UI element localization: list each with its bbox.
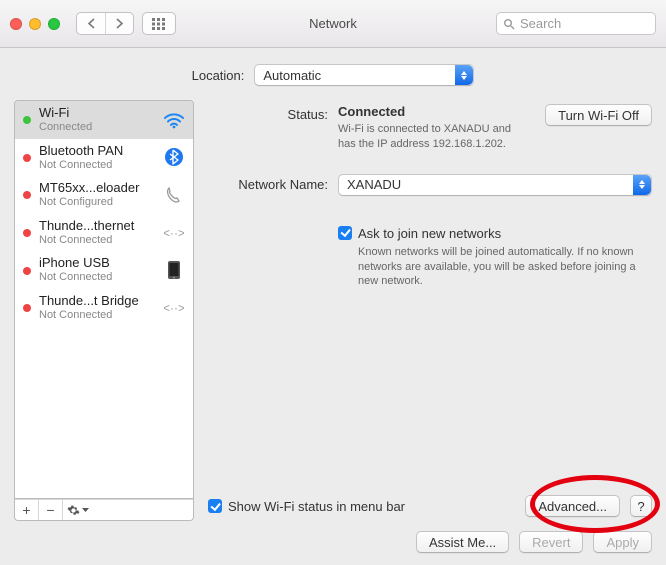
help-button[interactable]: ? xyxy=(630,495,652,517)
chevron-up-down-icon xyxy=(455,65,473,85)
service-list: Wi-Fi Connected Bluetooth PAN Not Connec… xyxy=(14,100,194,499)
ask-join-subtext: Known networks will be joined automatica… xyxy=(358,245,652,290)
svg-text:<··>: <··> xyxy=(164,226,184,240)
main-split: Wi-Fi Connected Bluetooth PAN Not Connec… xyxy=(14,100,652,521)
sidebar: Wi-Fi Connected Bluetooth PAN Not Connec… xyxy=(14,100,194,521)
ask-join-row: Ask to join new networks Known networks … xyxy=(208,222,652,294)
sidebar-item-thunderbolt-ethernet[interactable]: Thunde...thernet Not Connected <··> xyxy=(15,214,193,252)
status-dot-icon xyxy=(23,304,31,312)
sidebar-item-status: Not Connected xyxy=(39,234,155,247)
status-subtext: Wi-Fi is connected to XANADU and has the… xyxy=(338,122,531,152)
sidebar-item-status: Not Configured xyxy=(39,196,155,209)
sidebar-item-label: Thunde...thernet xyxy=(39,219,155,234)
assist-me-button[interactable]: Assist Me... xyxy=(416,531,509,553)
remove-service-button[interactable]: − xyxy=(39,500,63,520)
back-button[interactable] xyxy=(77,13,105,34)
search-icon xyxy=(503,18,515,30)
location-row: Location: Automatic xyxy=(14,58,652,100)
network-name-select[interactable]: XANADU xyxy=(338,174,652,196)
iphone-icon xyxy=(163,259,185,281)
sidebar-item-label: Bluetooth PAN xyxy=(39,144,155,159)
footer-buttons: Assist Me... Revert Apply xyxy=(14,521,652,553)
ask-join-label: Ask to join new networks xyxy=(358,226,501,241)
gear-icon xyxy=(67,504,80,517)
network-name-row: Network Name: XANADU xyxy=(208,170,652,200)
sidebar-item-thunderbolt-bridge[interactable]: Thunde...t Bridge Not Connected <··> xyxy=(15,289,193,327)
phone-handset-icon xyxy=(163,184,185,206)
sidebar-item-mt65xx[interactable]: MT65xx...eloader Not Configured xyxy=(15,176,193,214)
location-label: Location: xyxy=(192,68,245,83)
menubar-row: Show Wi-Fi status in menu bar Advanced..… xyxy=(208,489,652,521)
window-controls xyxy=(10,18,60,30)
network-name-value: XANADU xyxy=(347,177,401,192)
chevron-down-icon xyxy=(82,508,89,513)
status-dot-icon xyxy=(23,267,31,275)
show-menubar-label: Show Wi-Fi status in menu bar xyxy=(228,499,405,514)
zoom-window-button[interactable] xyxy=(48,18,60,30)
sidebar-item-wifi[interactable]: Wi-Fi Connected xyxy=(15,101,193,139)
thunderbolt-icon: <··> xyxy=(163,297,185,319)
turn-wifi-off-button[interactable]: Turn Wi-Fi Off xyxy=(545,104,652,126)
sidebar-toolbar: + − xyxy=(14,499,194,521)
status-value: Connected xyxy=(338,104,531,119)
sidebar-item-status: Not Connected xyxy=(39,309,155,322)
checkbox-checked-icon xyxy=(208,499,222,513)
nav-back-forward xyxy=(76,12,134,35)
bluetooth-icon xyxy=(163,146,185,168)
detail-pane: Status: Connected Wi-Fi is connected to … xyxy=(208,100,652,521)
sidebar-item-label: MT65xx...eloader xyxy=(39,181,155,196)
sidebar-item-label: iPhone USB xyxy=(39,256,155,271)
sidebar-item-label: Thunde...t Bridge xyxy=(39,294,155,309)
status-dot-icon xyxy=(23,116,31,124)
ethernet-icon: <··> xyxy=(163,222,185,244)
sidebar-item-bluetooth-pan[interactable]: Bluetooth PAN Not Connected xyxy=(15,139,193,177)
content-area: Location: Automatic Wi-Fi Connected xyxy=(0,48,666,565)
status-label: Status: xyxy=(208,104,338,122)
sidebar-item-iphone-usb[interactable]: iPhone USB Not Connected xyxy=(15,251,193,289)
sidebar-item-status: Not Connected xyxy=(39,159,155,172)
titlebar: Network Search xyxy=(0,0,666,48)
sidebar-item-label: Wi-Fi xyxy=(39,106,155,121)
search-placeholder: Search xyxy=(520,16,561,31)
show-all-button[interactable] xyxy=(142,12,176,35)
sidebar-item-status: Connected xyxy=(39,121,155,134)
wifi-icon xyxy=(163,109,185,131)
service-actions-menu[interactable] xyxy=(63,500,193,520)
svg-text:<··>: <··> xyxy=(164,301,184,315)
add-service-button[interactable]: + xyxy=(15,500,39,520)
show-menubar-checkbox[interactable]: Show Wi-Fi status in menu bar xyxy=(208,499,405,514)
status-dot-icon xyxy=(23,191,31,199)
revert-button[interactable]: Revert xyxy=(519,531,583,553)
status-row: Status: Connected Wi-Fi is connected to … xyxy=(208,100,652,156)
ask-join-checkbox[interactable]: Ask to join new networks xyxy=(338,226,652,241)
location-value: Automatic xyxy=(263,68,321,83)
close-window-button[interactable] xyxy=(10,18,22,30)
status-dot-icon xyxy=(23,229,31,237)
network-name-label: Network Name: xyxy=(208,174,338,192)
advanced-button[interactable]: Advanced... xyxy=(525,495,620,517)
location-select[interactable]: Automatic xyxy=(254,64,474,86)
chevron-up-down-icon xyxy=(633,175,651,195)
apply-button[interactable]: Apply xyxy=(593,531,652,553)
sidebar-item-status: Not Connected xyxy=(39,271,155,284)
minimize-window-button[interactable] xyxy=(29,18,41,30)
forward-button[interactable] xyxy=(105,13,133,34)
search-field[interactable]: Search xyxy=(496,12,656,35)
status-dot-icon xyxy=(23,154,31,162)
checkbox-checked-icon xyxy=(338,226,352,240)
